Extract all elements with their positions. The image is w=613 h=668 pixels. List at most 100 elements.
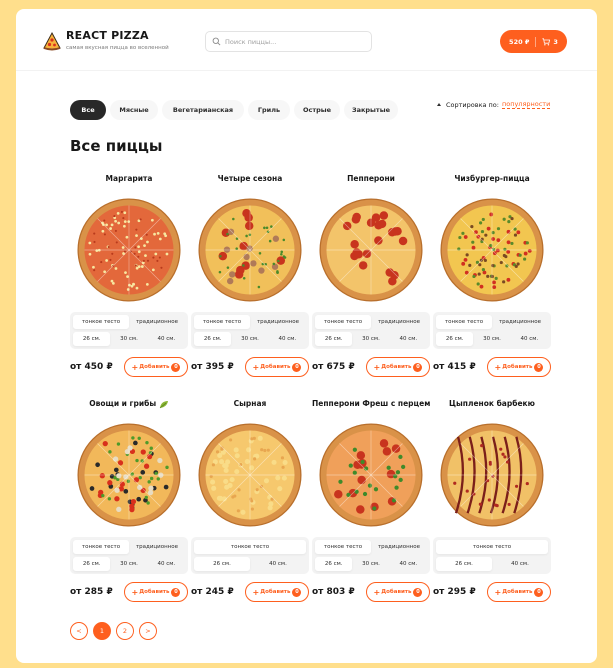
dough-options: тонкое тесто: [436, 540, 548, 554]
pizza-footer: от 285 ₽ + Добавить 0: [70, 582, 188, 602]
size-option[interactable]: 40 см.: [269, 332, 306, 346]
sort-value[interactable]: популярности: [501, 100, 551, 109]
dough-option[interactable]: тонкое тесто: [73, 315, 129, 329]
size-options: 26 см. 40 см.: [436, 557, 548, 571]
category-tab[interactable]: Все: [70, 100, 106, 120]
dough-option[interactable]: традиционное: [371, 315, 427, 329]
add-to-cart-button[interactable]: + Добавить 0: [487, 357, 551, 377]
add-count-badge: 0: [292, 362, 302, 372]
size-option[interactable]: 40 см.: [492, 557, 548, 571]
pizza-options: тонкое тесто традиционное 26 см. 30 см. 40 с…: [312, 312, 430, 349]
category-tab[interactable]: Вегетарианская: [162, 100, 244, 120]
dough-option[interactable]: традиционное: [129, 540, 185, 554]
page-container: REACT PIZZA самая вкусная пицца во вселе…: [16, 9, 597, 663]
cart-divider: [535, 36, 537, 47]
dough-option[interactable]: тонкое тесто: [73, 540, 129, 554]
add-count-badge: 0: [413, 587, 423, 597]
pizza-name-text: Четыре сезона: [217, 174, 283, 183]
dough-option[interactable]: традиционное: [250, 315, 306, 329]
pizza-card: Четыре сезона тонкое тесто традиционное 26 …: [191, 172, 309, 377]
cart-button[interactable]: 520 ₽ 3: [500, 30, 567, 53]
cart-total: 520 ₽: [509, 37, 530, 46]
category-tab[interactable]: Гриль: [248, 100, 290, 120]
dough-option[interactable]: тонкое тесто: [315, 315, 371, 329]
pizza-card: Цыпленок барбекю тонкое тесто 26 см. 40 см.…: [433, 397, 551, 602]
dough-option[interactable]: традиционное: [129, 315, 185, 329]
size-option[interactable]: 26 см.: [194, 557, 250, 571]
size-option[interactable]: 40 см.: [390, 332, 427, 346]
pizza-name: Чизбургер-пицца: [433, 172, 551, 186]
size-option[interactable]: 26 см.: [436, 332, 474, 346]
pizza-name-text: Овощи и грибы: [89, 399, 157, 408]
size-option[interactable]: 40 см.: [148, 332, 185, 346]
size-option[interactable]: 40 см.: [148, 557, 185, 571]
search-box[interactable]: [205, 31, 372, 52]
size-option[interactable]: 26 см.: [436, 557, 492, 571]
pizza-name: Цыпленок барбекю: [433, 397, 551, 411]
size-option[interactable]: 26 см.: [73, 557, 111, 571]
category-tab[interactable]: Закрытые: [344, 100, 398, 120]
next-page-button[interactable]: >: [139, 622, 157, 640]
pizza-card: Чизбургер-пицца тонкое тесто традиционное 2…: [433, 172, 551, 377]
size-option[interactable]: 26 см.: [73, 332, 111, 346]
size-option[interactable]: 26 см.: [194, 332, 232, 346]
plus-icon: +: [131, 362, 139, 372]
pizza-name: Овощи и грибы: [70, 397, 188, 411]
pizza-options: тонкое тесто традиционное 26 см. 30 см. 40 с…: [433, 312, 551, 349]
add-to-cart-button[interactable]: + Добавить 0: [487, 582, 551, 602]
plus-icon: +: [373, 362, 381, 372]
pizza-footer: от 295 ₽ + Добавить 0: [433, 582, 551, 602]
pizza-name-text: Цыпленок барбекю: [449, 399, 535, 408]
prev-page-button[interactable]: <: [70, 622, 88, 640]
category-tab[interactable]: Мясные: [110, 100, 158, 120]
size-option[interactable]: 30 см.: [231, 332, 268, 346]
page-button[interactable]: 1: [93, 622, 111, 640]
size-options: 26 см. 30 см. 40 см.: [194, 332, 306, 346]
dough-option[interactable]: тонкое тесто: [436, 540, 548, 554]
dough-option[interactable]: традиционное: [371, 540, 427, 554]
category-tab[interactable]: Острые: [294, 100, 340, 120]
size-options: 26 см. 40 см.: [194, 557, 306, 571]
size-option[interactable]: 40 см.: [250, 557, 306, 571]
add-to-cart-button[interactable]: + Добавить 0: [366, 582, 430, 602]
add-to-cart-button[interactable]: + Добавить 0: [124, 582, 188, 602]
sort-arrow-icon: [437, 103, 441, 106]
pizza-name: Пепперони: [312, 172, 430, 186]
size-options: 26 см. 30 см. 40 см.: [315, 332, 427, 346]
pizza-options: тонкое тесто 26 см. 40 см.: [433, 537, 551, 574]
pagination: <1 2 >: [70, 622, 157, 640]
size-option[interactable]: 30 см.: [110, 557, 147, 571]
pizza-footer: от 450 ₽ + Добавить 0: [70, 357, 188, 377]
size-option[interactable]: 30 см.: [110, 332, 147, 346]
size-option[interactable]: 26 см.: [315, 332, 353, 346]
pizza-logo-icon[interactable]: [42, 31, 62, 51]
dough-option[interactable]: тонкое тесто: [315, 540, 371, 554]
search-icon: [212, 37, 221, 46]
add-to-cart-button[interactable]: + Добавить 0: [245, 582, 309, 602]
plus-icon: +: [494, 587, 502, 597]
size-option[interactable]: 40 см.: [390, 557, 427, 571]
pizza-options: тонкое тесто традиционное 26 см. 30 см. 40 с…: [191, 312, 309, 349]
pizza-options: тонкое тесто традиционное 26 см. 30 см. 40 с…: [70, 537, 188, 574]
page-button[interactable]: 2: [116, 622, 134, 640]
dough-option[interactable]: традиционное: [492, 315, 548, 329]
size-option[interactable]: 30 см.: [473, 332, 510, 346]
search-input[interactable]: [225, 37, 365, 46]
dough-option[interactable]: тонкое тесто: [194, 315, 250, 329]
logo-title[interactable]: REACT PIZZA: [66, 29, 149, 42]
dough-option[interactable]: тонкое тесто: [436, 315, 492, 329]
size-option[interactable]: 26 см.: [315, 557, 353, 571]
size-option[interactable]: 40 см.: [511, 332, 548, 346]
size-option[interactable]: 30 см.: [352, 557, 389, 571]
add-to-cart-button[interactable]: + Добавить 0: [124, 357, 188, 377]
add-to-cart-button[interactable]: + Добавить 0: [366, 357, 430, 377]
pizza-card: Пепперони Фреш с перцем тонкое тесто тради…: [312, 397, 430, 602]
size-options: 26 см. 30 см. 40 см.: [436, 332, 548, 346]
size-option[interactable]: 30 см.: [352, 332, 389, 346]
pizza-name-text: Чизбургер-пицца: [454, 174, 530, 183]
dough-option[interactable]: тонкое тесто: [194, 540, 306, 554]
sort-control[interactable]: Сортировка по: популярности: [437, 100, 551, 109]
pizza-name: Маргарита: [70, 172, 188, 186]
add-to-cart-button[interactable]: + Добавить 0: [245, 357, 309, 377]
pizza-options: тонкое тесто традиционное 26 см. 30 см. 40 с…: [70, 312, 188, 349]
